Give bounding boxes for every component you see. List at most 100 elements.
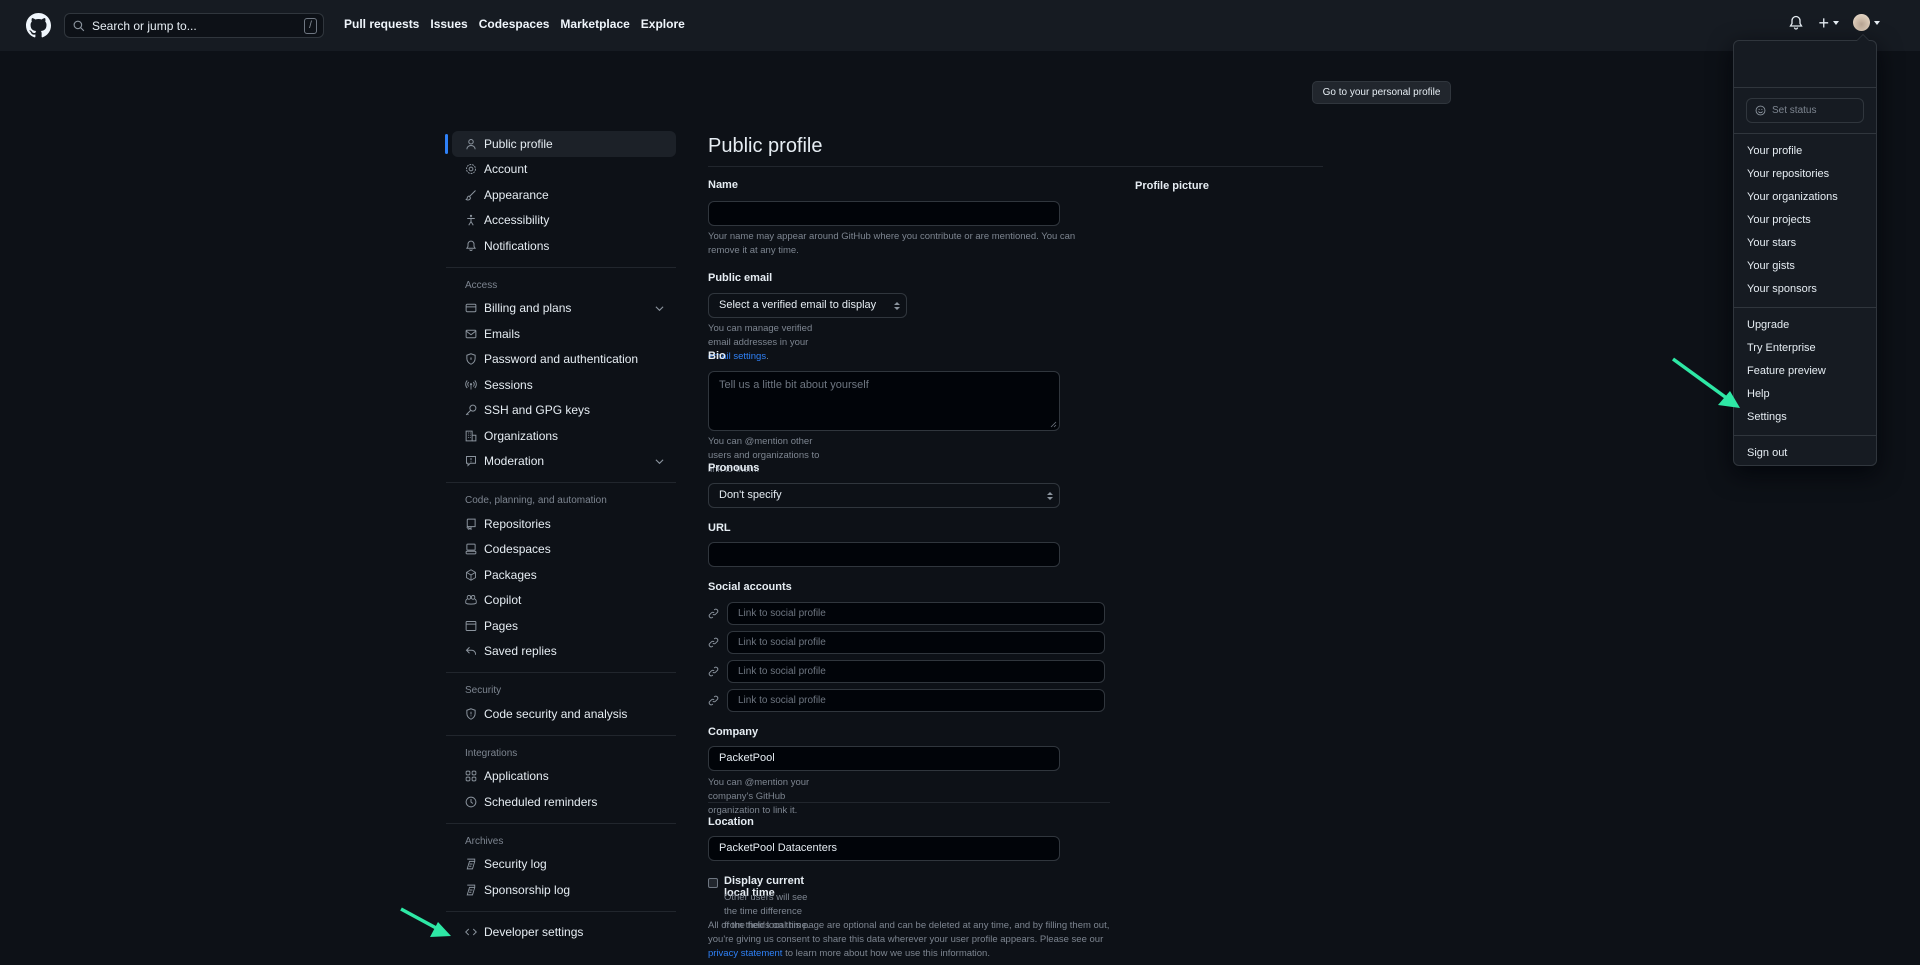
- set-status-label: Set status: [1772, 105, 1817, 116]
- menu-item-sign-out[interactable]: Sign out: [1734, 442, 1876, 465]
- menu-item-try-enterprise[interactable]: Try Enterprise: [1734, 337, 1876, 360]
- menu-item-help[interactable]: Help: [1734, 383, 1876, 406]
- sidebar-item-accessibility[interactable]: Accessibility: [452, 208, 676, 234]
- social-link-input[interactable]: Link to social profile: [727, 660, 1105, 683]
- create-new-button[interactable]: +: [1818, 14, 1839, 32]
- sidebar-item-appearance[interactable]: Appearance: [452, 182, 676, 208]
- sidebar-item-label: Repositories: [484, 516, 551, 531]
- bio-textarea[interactable]: Tell us a little bit about yourself: [708, 371, 1060, 431]
- go-to-personal-profile-button[interactable]: Go to your personal profile: [1312, 81, 1451, 104]
- sidebar-item-password[interactable]: Password and authentication: [452, 347, 676, 373]
- nav-codespaces[interactable]: Codespaces: [479, 17, 550, 31]
- public-email-label: Public email: [708, 272, 773, 284]
- social-link-input[interactable]: Link to social profile: [727, 631, 1105, 654]
- menu-item-your-profile[interactable]: Your profile: [1734, 140, 1876, 163]
- search-input[interactable]: Search or jump to... /: [64, 13, 324, 38]
- sidebar-item-copilot[interactable]: Copilot: [452, 588, 676, 614]
- social-account-row: Link to social profile: [708, 689, 1105, 712]
- caret-down-icon: [1874, 20, 1880, 25]
- company-value: PacketPool: [719, 752, 775, 764]
- pronouns-select[interactable]: Don't specify: [708, 483, 1060, 508]
- menu-item-your-stars[interactable]: Your stars: [1734, 232, 1876, 255]
- menu-item-your-gists[interactable]: Your gists: [1734, 255, 1876, 278]
- nav-pull-requests[interactable]: Pull requests: [344, 17, 419, 31]
- public-email-select[interactable]: Select a verified email to display: [708, 293, 907, 318]
- copilot-icon: [465, 595, 477, 605]
- credit-card-icon: [465, 304, 477, 313]
- help-text: .: [766, 351, 769, 362]
- sidebar-item-codespaces[interactable]: Codespaces: [452, 537, 676, 563]
- name-input[interactable]: [708, 201, 1060, 226]
- menu-item-feature-preview[interactable]: Feature preview: [1734, 360, 1876, 383]
- sidebar-item-account[interactable]: Account: [452, 157, 676, 183]
- location-label: Location: [708, 816, 754, 828]
- footer-text: to learn more about how we use this info…: [782, 948, 990, 959]
- sidebar-divider: [446, 734, 676, 736]
- public-email-selected: Select a verified email to display: [719, 299, 877, 311]
- sidebar-item-billing[interactable]: Billing and plans: [452, 296, 676, 322]
- privacy-statement-link[interactable]: privacy statement: [708, 948, 782, 959]
- menu-group-signout: Sign out: [1734, 436, 1876, 471]
- sidebar-item-organizations[interactable]: Organizations: [452, 423, 676, 449]
- social-link-input[interactable]: Link to social profile: [727, 602, 1105, 625]
- bell-icon[interactable]: [1788, 15, 1804, 31]
- set-status-button[interactable]: Set status: [1746, 98, 1864, 123]
- chevron-down-icon[interactable]: [655, 304, 664, 313]
- smiley-icon: [1755, 105, 1766, 116]
- social-link-input[interactable]: Link to social profile: [727, 689, 1105, 712]
- sidebar-item-ssh-gpg[interactable]: SSH and GPG keys: [452, 398, 676, 424]
- section-divider: [708, 802, 1110, 803]
- github-logo-icon[interactable]: [26, 13, 51, 38]
- paintbrush-icon: [465, 189, 476, 201]
- url-label: URL: [708, 522, 731, 534]
- accessibility-icon: [467, 215, 475, 226]
- sidebar-item-security-log[interactable]: Security log: [452, 852, 676, 878]
- menu-item-your-sponsors[interactable]: Your sponsors: [1734, 278, 1876, 301]
- sidebar-item-sessions[interactable]: Sessions: [452, 372, 676, 398]
- sidebar-item-applications[interactable]: Applications: [452, 764, 676, 790]
- sidebar-item-public-profile[interactable]: Public profile: [445, 131, 676, 157]
- repo-icon: [466, 518, 476, 530]
- chevron-down-icon[interactable]: [655, 457, 664, 466]
- menu-item-your-repositories[interactable]: Your repositories: [1734, 163, 1876, 186]
- sidebar-item-scheduled-reminders[interactable]: Scheduled reminders: [452, 789, 676, 815]
- code-icon: [465, 928, 477, 936]
- nav-marketplace[interactable]: Marketplace: [560, 17, 629, 31]
- sidebar-item-pages[interactable]: Pages: [452, 613, 676, 639]
- sidebar-item-label: Applications: [484, 769, 549, 784]
- broadcast-icon: [465, 379, 477, 390]
- sidebar-item-label: Packages: [484, 567, 537, 582]
- location-input[interactable]: PacketPool Datacenters: [708, 836, 1060, 861]
- nav-explore[interactable]: Explore: [641, 17, 685, 31]
- settings-sidebar: Public profile Account Appearance Access…: [445, 131, 676, 946]
- menu-item-your-organizations[interactable]: Your organizations: [1734, 186, 1876, 209]
- menu-item-settings[interactable]: Settings: [1734, 406, 1876, 429]
- select-arrows-icon: [1047, 492, 1053, 500]
- user-menu-button[interactable]: [1853, 14, 1880, 31]
- menu-item-your-projects[interactable]: Your projects: [1734, 209, 1876, 232]
- sidebar-item-moderation[interactable]: Moderation: [452, 449, 676, 475]
- header-actions: +: [1788, 14, 1880, 32]
- search-icon: [73, 20, 85, 31]
- sidebar-item-notifications[interactable]: Notifications: [452, 233, 676, 259]
- sidebar-item-saved-replies[interactable]: Saved replies: [452, 639, 676, 665]
- sidebar-item-repositories[interactable]: Repositories: [452, 511, 676, 537]
- privacy-footer: All of the fields on this page are optio…: [708, 919, 1110, 961]
- link-icon: [708, 695, 719, 706]
- sidebar-heading-integrations: Integrations: [465, 747, 518, 759]
- page-title: Public profile: [708, 135, 823, 157]
- display-local-time-checkbox[interactable]: [708, 878, 718, 888]
- url-input[interactable]: [708, 542, 1060, 567]
- nav-issues[interactable]: Issues: [430, 17, 467, 31]
- sidebar-item-emails[interactable]: Emails: [452, 321, 676, 347]
- bio-placeholder: Tell us a little bit about yourself: [719, 379, 869, 391]
- sidebar-item-packages[interactable]: Packages: [452, 562, 676, 588]
- footer-text: All of the fields on this page are optio…: [708, 920, 1110, 945]
- sidebar-item-developer-settings[interactable]: Developer settings: [452, 920, 676, 946]
- company-input[interactable]: PacketPool: [708, 746, 1060, 771]
- sidebar-item-code-security[interactable]: Code security and analysis: [452, 701, 676, 727]
- sidebar-item-sponsorship-log[interactable]: Sponsorship log: [452, 877, 676, 903]
- resize-grip-icon[interactable]: [1050, 421, 1057, 428]
- annotation-arrow-settings-icon: [1671, 357, 1740, 408]
- menu-item-upgrade[interactable]: Upgrade: [1734, 314, 1876, 337]
